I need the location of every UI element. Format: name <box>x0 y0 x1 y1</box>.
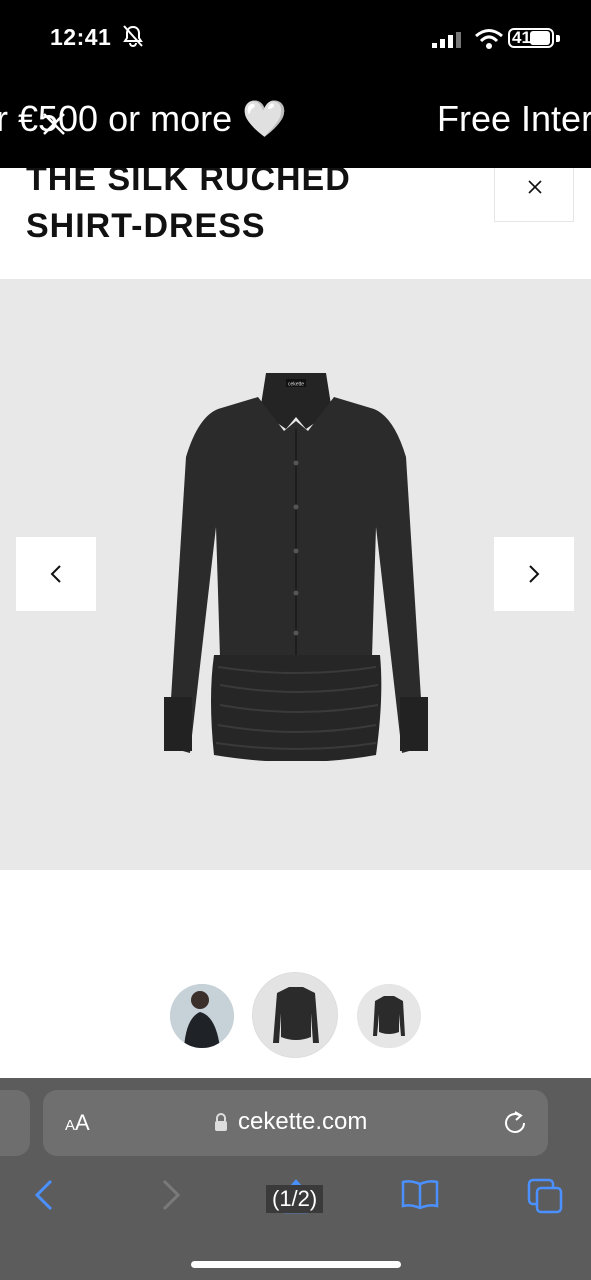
thumbnail-2-image <box>253 973 337 1057</box>
aa-small-letter: A <box>65 1117 76 1134</box>
reader-aa-button[interactable]: AA <box>65 1110 90 1136</box>
thumbnail-2[interactable] <box>252 972 338 1058</box>
status-time: 12:41 <box>50 24 112 50</box>
forward-icon[interactable] <box>160 1178 182 1212</box>
chevron-left-icon <box>50 565 61 583</box>
reload-icon[interactable] <box>500 1108 530 1138</box>
page-count-label: (1/2) <box>266 1185 324 1213</box>
thumbnail-strip <box>0 972 591 1062</box>
close-icon <box>528 180 542 194</box>
back-icon[interactable] <box>33 1178 55 1212</box>
product-title: THE SILK RUCHED SHIRT-DRESS <box>26 156 446 250</box>
status-bar: 12:41 41 <box>0 0 591 80</box>
thumbnail-1[interactable] <box>170 984 234 1048</box>
promo-banner-overlay: r €500 or more 🤍 Free Intern <box>0 80 591 168</box>
url-text: cekette.com <box>238 1108 368 1135</box>
thumbnail-3[interactable] <box>357 984 421 1048</box>
product-title-line2: SHIRT-DRESS <box>26 207 266 245</box>
dress-label: cekette <box>288 382 304 388</box>
signal-icon <box>432 32 461 48</box>
chevron-right-icon <box>529 565 540 583</box>
aa-large-letter: A <box>75 1110 90 1135</box>
battery-icon: 41 <box>508 28 562 50</box>
gallery-prev-button[interactable] <box>16 537 96 611</box>
product-image: cekette <box>164 373 428 761</box>
thumbnail-3-image <box>357 984 421 1048</box>
address-bar[interactable]: AA cekette.com <box>43 1090 548 1156</box>
promo-text-right-overlay: Free Intern <box>437 98 591 139</box>
bell-slash-icon <box>123 25 143 48</box>
product-gallery[interactable]: cekette <box>0 279 591 870</box>
lock-icon <box>215 1113 227 1131</box>
bookmarks-icon[interactable] <box>401 1178 439 1210</box>
home-indicator <box>191 1261 401 1268</box>
wifi-icon <box>475 29 503 49</box>
promo-close-icon[interactable] <box>40 110 68 138</box>
previous-tab-peek[interactable] <box>0 1090 30 1156</box>
gallery-next-button[interactable] <box>494 537 574 611</box>
thumbnail-1-image <box>170 984 234 1048</box>
tabs-icon[interactable] <box>527 1178 563 1214</box>
battery-level: 41 <box>512 28 531 47</box>
